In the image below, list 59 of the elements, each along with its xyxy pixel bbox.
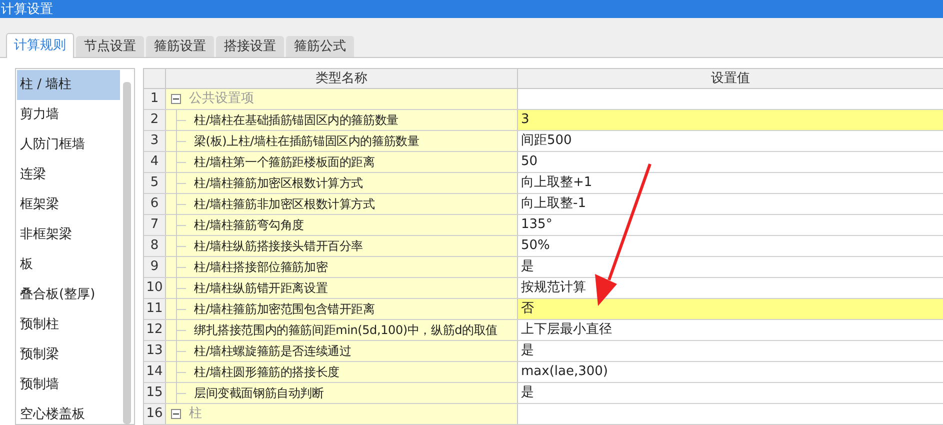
- row-number: 9: [144, 257, 166, 277]
- category-item[interactable]: 柱 / 墙柱: [17, 70, 120, 100]
- category-item[interactable]: 连梁: [17, 160, 120, 190]
- category-item[interactable]: 预制墙: [17, 370, 120, 400]
- row-number: 1: [144, 89, 166, 109]
- category-item[interactable]: 人防门框墙: [17, 130, 120, 160]
- value-cell[interactable]: 否: [518, 299, 943, 319]
- tab[interactable]: 计算规则: [6, 33, 74, 58]
- row-number: 16: [144, 404, 166, 424]
- setting-name: 柱/墙柱箍筋非加密区根数计算方式: [194, 196, 375, 213]
- collapse-toggle[interactable]: [171, 94, 181, 104]
- setting-name: 柱/墙柱纵筋搭接接头错开百分率: [194, 238, 364, 255]
- row-number: 11: [144, 299, 166, 319]
- category-item[interactable]: 预制柱: [17, 310, 120, 340]
- row-number: 6: [144, 194, 166, 214]
- minus-icon: [173, 411, 179, 417]
- category-item[interactable]: 非框架梁: [17, 220, 120, 250]
- scrollbar[interactable]: [123, 82, 131, 424]
- row-number: 4: [144, 152, 166, 172]
- setting-name: 柱/墙柱螺旋箍筋是否连续通过: [194, 343, 352, 360]
- group-label: 公共设置项: [189, 90, 254, 108]
- row-number: 7: [144, 215, 166, 235]
- setting-name: 柱/墙柱纵筋错开距离设置: [194, 280, 328, 297]
- setting-name: 柱/墙柱圆形箍筋的搭接长度: [194, 364, 340, 381]
- tab[interactable]: 箍筋公式: [286, 36, 354, 57]
- row-number: 12: [144, 320, 166, 340]
- tab[interactable]: 箍筋设置: [146, 36, 214, 57]
- category-item[interactable]: 叠合板(整厚): [17, 280, 120, 310]
- row-number: 2: [144, 110, 166, 130]
- row-number: 13: [144, 341, 166, 361]
- tab[interactable]: 节点设置: [76, 36, 144, 57]
- row-number: 15: [144, 383, 166, 403]
- row-number: 8: [144, 236, 166, 256]
- setting-name: 绑扎搭接范围内的箍筋间距min(5d,100)中，纵筋d的取值: [194, 322, 498, 339]
- row-number: 3: [144, 131, 166, 151]
- category-item[interactable]: 框架梁: [17, 190, 120, 220]
- category-item[interactable]: 空心楼盖板: [17, 400, 120, 424]
- minus-icon: [173, 96, 179, 102]
- row-number: 14: [144, 362, 166, 382]
- setting-name: 梁(板)上柱/墙柱在插筋锚固区内的箍筋数量: [194, 133, 420, 150]
- group-label: 柱: [189, 405, 202, 424]
- column-header: 设置值: [710, 70, 751, 88]
- category-item[interactable]: 预制梁: [17, 340, 120, 370]
- category-item[interactable]: 板: [17, 250, 120, 280]
- value-cell[interactable]: 3: [518, 110, 943, 130]
- setting-name: 柱/墙柱箍筋加密范围包含错开距离: [194, 301, 375, 318]
- window-title: 计算设置: [1, 2, 53, 16]
- setting-name: 柱/墙柱箍筋弯勾角度: [194, 217, 304, 234]
- setting-name: 柱/墙柱在基础插筋锚固区内的箍筋数量: [194, 112, 398, 129]
- setting-name: 柱/墙柱箍筋加密区根数计算方式: [194, 175, 364, 192]
- setting-name: 柱/墙柱第一个箍筋距楼板面的距离: [194, 154, 375, 171]
- row-number: 5: [144, 173, 166, 193]
- column-header: 类型名称: [166, 69, 518, 88]
- setting-name: 层间变截面钢筋自动判断: [194, 385, 324, 402]
- row-number: 10: [144, 278, 166, 298]
- tab[interactable]: 搭接设置: [216, 36, 284, 57]
- collapse-toggle[interactable]: [171, 409, 181, 419]
- category-item[interactable]: 剪力墙: [17, 100, 120, 130]
- setting-name: 柱/墙柱搭接部位箍筋加密: [194, 259, 328, 276]
